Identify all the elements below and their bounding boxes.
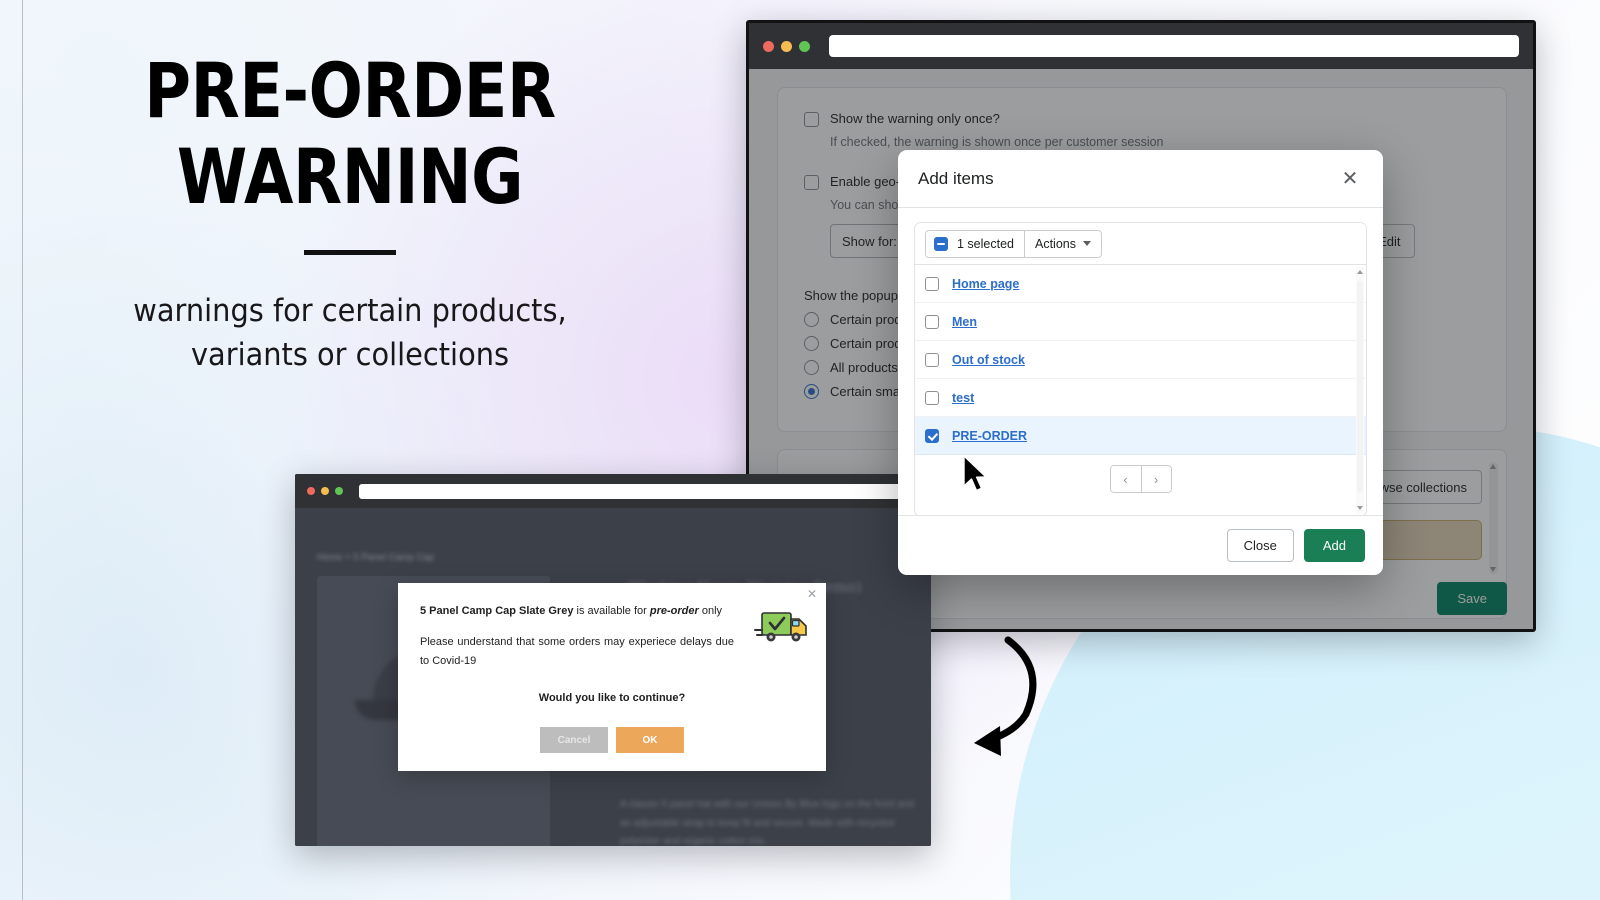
chevron-right-icon[interactable]: ›	[1140, 466, 1171, 492]
actions-label: Actions	[1034, 236, 1076, 251]
list-scrollbar[interactable]	[1356, 267, 1364, 513]
modal-close-button[interactable]: Close	[1226, 529, 1294, 562]
save-button[interactable]: Save	[1437, 582, 1507, 615]
bulk-actions-toolbar: 1 selected Actions	[915, 223, 1366, 265]
radio-certain-products[interactable]	[804, 312, 819, 328]
close-icon[interactable]: ✕	[1337, 166, 1363, 192]
show-once-label: Show the warning only once?	[830, 111, 1000, 126]
modal-body: 1 selected Actions Home page Men Out of …	[898, 208, 1383, 515]
delivery-truck-icon	[754, 612, 807, 642]
resource-list: Home page Men Out of stock test PRE-ORDE…	[915, 265, 1366, 455]
preorder-warning-popup: ✕ 5 Panel Camp Cap Slate Grey is availab…	[398, 583, 826, 771]
pagination: ‹ ›	[1109, 465, 1172, 493]
close-traffic-light[interactable]	[763, 40, 774, 52]
selection-count-label: 1 selected	[957, 236, 1014, 251]
popup-question: Would you like to continue?	[538, 692, 686, 704]
minimize-traffic-light[interactable]	[321, 487, 329, 495]
hero-subtitle-line2: variants or collections	[190, 336, 510, 373]
modal-footer: Close Add	[898, 515, 1383, 575]
indeterminate-checkbox-icon[interactable]	[934, 236, 948, 251]
list-item[interactable]: Home page	[915, 265, 1366, 303]
popup-headline-middle: is available for	[573, 605, 650, 617]
actions-dropdown[interactable]: Actions	[1024, 230, 1101, 257]
geo-location-checkbox[interactable]	[804, 175, 819, 191]
popup-cancel-button[interactable]: Cancel	[540, 727, 608, 753]
show-once-checkbox-row[interactable]: Show the warning only once?	[804, 110, 1480, 128]
row-checkbox-men[interactable]	[925, 314, 939, 329]
row-checkbox-test[interactable]	[925, 390, 939, 405]
breadcrumb[interactable]: Home > 5 Panel Camp Cap	[317, 552, 434, 562]
maximize-traffic-light[interactable]	[799, 40, 810, 52]
popup-paragraph: Please understand that some orders may e…	[420, 635, 734, 667]
hero-divider	[304, 249, 396, 255]
modal-title: Add items	[918, 168, 994, 188]
radio-all-products[interactable]	[804, 360, 819, 376]
pagination-wrap: ‹ ›	[915, 455, 1366, 503]
left-vertical-rule	[22, 0, 23, 900]
admin-url-bar[interactable]	[829, 35, 1519, 57]
scroll-down-arrow-icon[interactable]	[1357, 506, 1363, 510]
hero-block: PRE-ORDER WARNING warnings for certain p…	[40, 48, 660, 377]
row-label-men[interactable]: Men	[952, 315, 977, 329]
admin-window-chrome	[749, 23, 1533, 69]
popup-ok-button[interactable]: OK	[616, 727, 684, 753]
scrollbar-thumb[interactable]	[1357, 281, 1363, 493]
popup-headline-tail: only	[698, 605, 723, 617]
show-once-help-text: If checked, the warning is shown once pe…	[830, 134, 1164, 149]
popup-headline: 5 Panel Camp Cap Slate Grey is available…	[420, 603, 804, 620]
show-for-label: Show for:	[842, 233, 897, 249]
show-once-checkbox[interactable]	[804, 112, 819, 127]
row-label-pre-order[interactable]: PRE-ORDER	[952, 429, 1027, 443]
storefront-window-chrome	[295, 474, 931, 508]
hero-title-line2: WARNING	[176, 131, 524, 221]
hero-subtitle-line1: warnings for certain products,	[133, 292, 567, 329]
close-icon[interactable]: ✕	[807, 587, 817, 601]
close-traffic-light[interactable]	[307, 487, 315, 495]
storefront-url-bar[interactable]	[359, 483, 919, 499]
list-item[interactable]: test	[915, 379, 1366, 417]
product-description: A classic 5 panel hat with our Unisex By…	[620, 799, 915, 846]
row-checkbox-home-page[interactable]	[925, 276, 939, 291]
popup-product-name: 5 Panel Camp Cap Slate Grey	[420, 605, 574, 617]
list-item[interactable]: PRE-ORDER	[915, 417, 1366, 455]
list-item[interactable]: Men	[915, 303, 1366, 341]
collections-scrollbar[interactable]	[1489, 462, 1498, 574]
select-all-control[interactable]: 1 selected	[926, 230, 1025, 257]
row-checkbox-pre-order[interactable]	[925, 428, 939, 443]
resource-list-card: 1 selected Actions Home page Men Out of …	[914, 222, 1367, 515]
list-item[interactable]: Out of stock	[915, 341, 1366, 379]
radio-certain-variants[interactable]	[804, 336, 819, 352]
chevron-down-icon	[1082, 241, 1091, 246]
radio-label-all-products: All products	[830, 360, 898, 376]
minimize-traffic-light[interactable]	[781, 40, 792, 52]
row-label-test[interactable]: test	[952, 391, 974, 405]
popup-button-row: Cancel OK	[420, 727, 804, 753]
row-label-home-page[interactable]: Home page	[952, 277, 1019, 291]
modal-add-button[interactable]: Add	[1303, 529, 1365, 562]
maximize-traffic-light[interactable]	[335, 487, 343, 495]
add-items-modal: Add items ✕ 1 selected Actions Home page…	[898, 150, 1383, 575]
chevron-left-icon[interactable]: ‹	[1110, 466, 1141, 492]
save-button-label: Save	[1457, 591, 1487, 606]
hero-title-line1: PRE-ORDER	[144, 46, 556, 135]
modal-header: Add items ✕	[898, 150, 1383, 208]
radio-certain-collections[interactable]	[804, 384, 819, 400]
popup-emphasis: pre-order	[649, 605, 699, 617]
row-label-out-of-stock[interactable]: Out of stock	[952, 353, 1025, 367]
bulk-actions-group: 1 selected Actions	[925, 229, 1102, 258]
row-checkbox-out-of-stock[interactable]	[925, 352, 939, 367]
page-root: PRE-ORDER WARNING warnings for certain p…	[0, 0, 1600, 900]
scroll-up-arrow-icon[interactable]	[1357, 270, 1363, 274]
